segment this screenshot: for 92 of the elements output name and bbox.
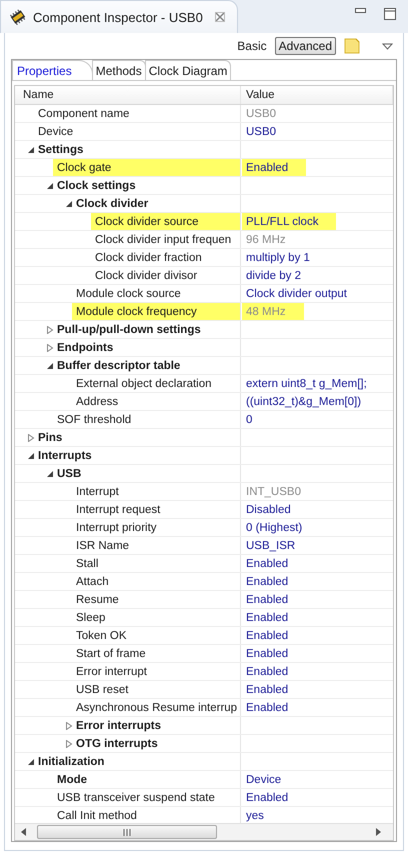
property-name: Clock divider fraction	[94, 250, 203, 264]
property-value[interactable]: Disabled	[242, 502, 295, 516]
property-name: USB transceiver suspend state	[56, 790, 216, 804]
expanded-arrow-icon[interactable]	[65, 200, 73, 208]
collapsed-arrow-icon[interactable]	[65, 740, 73, 748]
property-value[interactable]: Enabled	[242, 574, 292, 588]
property-name: Clock divider source	[91, 213, 240, 230]
group-label: OTG interrupts	[75, 736, 159, 750]
property-value[interactable]: PLL/FLL clock	[242, 213, 336, 230]
group-label: Clock settings	[56, 178, 137, 192]
view-tab[interactable]: Component Inspector - USB0	[0, 0, 238, 33]
property-value[interactable]: Clock divider output	[242, 286, 351, 300]
property-value[interactable]: Enabled	[242, 682, 292, 696]
property-name: Component name	[37, 106, 130, 120]
property-name: Stall	[75, 556, 100, 570]
column-header[interactable]: Name	[23, 89, 54, 101]
maximize-icon[interactable]	[384, 8, 396, 20]
scroll-left-icon[interactable]	[21, 828, 27, 836]
property-name: Start of frame	[75, 646, 147, 660]
mode-button[interactable]: Basic	[233, 37, 271, 55]
property-value[interactable]: 0	[242, 412, 256, 426]
group-label: Pull-up/pull-down settings	[56, 322, 202, 336]
property-value[interactable]: ((uint32_t)&g_Mem[0])	[242, 394, 366, 408]
property-name: Error interrupt	[75, 664, 148, 678]
property-name: ISR Name	[75, 538, 130, 552]
property-value[interactable]: multiply by 1	[242, 250, 314, 264]
property-name: External object declaration	[75, 376, 213, 390]
close-icon[interactable]	[214, 12, 225, 22]
property-value[interactable]: 0 (Highest)	[242, 520, 306, 534]
property-value[interactable]: Enabled	[242, 628, 292, 642]
property-name: Device	[37, 124, 74, 138]
property-value[interactable]: Enabled	[242, 646, 292, 660]
property-name: Address	[75, 394, 120, 408]
property-value[interactable]: Enabled	[242, 700, 292, 714]
column-header[interactable]: Value	[246, 89, 275, 101]
property-value[interactable]: divide by 2	[242, 268, 305, 282]
group-label: Endpoints	[56, 340, 114, 354]
mode-button[interactable]: Advanced	[274, 37, 336, 55]
property-value[interactable]: USB0	[242, 124, 280, 138]
tab[interactable]: Properties	[12, 60, 93, 80]
group-label: Buffer descriptor table	[56, 358, 182, 372]
property-name: Clock divider input frequen	[94, 232, 232, 246]
expanded-arrow-icon[interactable]	[27, 146, 35, 154]
group-label: Clock divider	[75, 196, 150, 210]
property-name: Attach	[75, 574, 110, 588]
property-value[interactable]: Enabled	[242, 790, 292, 804]
group-label: Initialization	[37, 754, 106, 768]
property-name: Interrupt	[75, 484, 120, 498]
expanded-arrow-icon[interactable]	[27, 758, 35, 766]
property-name: USB reset	[75, 682, 130, 696]
group-label: USB	[56, 466, 82, 480]
view-title: Component Inspector - USB0	[33, 10, 203, 24]
property-name: Interrupt priority	[75, 520, 158, 534]
expanded-arrow-icon[interactable]	[27, 452, 35, 460]
group-label: Interrupts	[37, 448, 93, 462]
expanded-arrow-icon[interactable]	[46, 362, 54, 370]
property-name: Token OK	[75, 628, 128, 642]
collapsed-arrow-icon[interactable]	[46, 344, 54, 352]
expanded-arrow-icon[interactable]	[46, 182, 54, 190]
property-name: Sleep	[75, 610, 106, 624]
property-value[interactable]: Enabled	[242, 556, 292, 570]
property-name: Asynchronous Resume interrup	[75, 700, 238, 714]
expanded-arrow-icon[interactable]	[46, 470, 54, 478]
collapsed-arrow-icon[interactable]	[46, 326, 54, 334]
grip-icon	[122, 828, 132, 836]
tab[interactable]: Clock Diagram	[144, 60, 232, 80]
dropdown-icon[interactable]	[382, 42, 393, 50]
group-label: Pins	[37, 430, 64, 444]
collapsed-arrow-icon[interactable]	[27, 434, 35, 442]
collapsed-arrow-icon[interactable]	[65, 722, 73, 730]
property-name: SOF threshold	[56, 412, 132, 426]
property-name: Call Init method	[56, 808, 138, 822]
property-value[interactable]: extern uint8_t g_Mem[];	[242, 376, 371, 390]
property-name: Module clock frequency	[72, 303, 240, 320]
property-value[interactable]: Enabled	[242, 610, 292, 624]
property-value[interactable]: Enabled	[242, 592, 292, 606]
horizontal-scrollbar[interactable]	[15, 823, 393, 840]
minimize-icon[interactable]	[355, 8, 366, 14]
property-name: Interrupt request	[75, 502, 162, 516]
property-value[interactable]: Device	[242, 772, 286, 786]
scroll-right-icon[interactable]	[375, 828, 381, 836]
property-name: Resume	[75, 592, 120, 606]
property-name: Module clock source	[75, 286, 182, 300]
property-value[interactable]: Enabled	[242, 664, 292, 678]
property-name: Mode	[56, 772, 88, 786]
property-value[interactable]: Enabled	[242, 159, 306, 176]
property-value[interactable]: yes	[242, 808, 268, 822]
property-name: Clock divider divisor	[94, 268, 198, 282]
property-value[interactable]: USB_ISR	[242, 538, 300, 552]
property-name: Clock gate	[53, 159, 240, 176]
group-label: Settings	[37, 142, 84, 156]
group-label: Error interrupts	[75, 718, 162, 732]
